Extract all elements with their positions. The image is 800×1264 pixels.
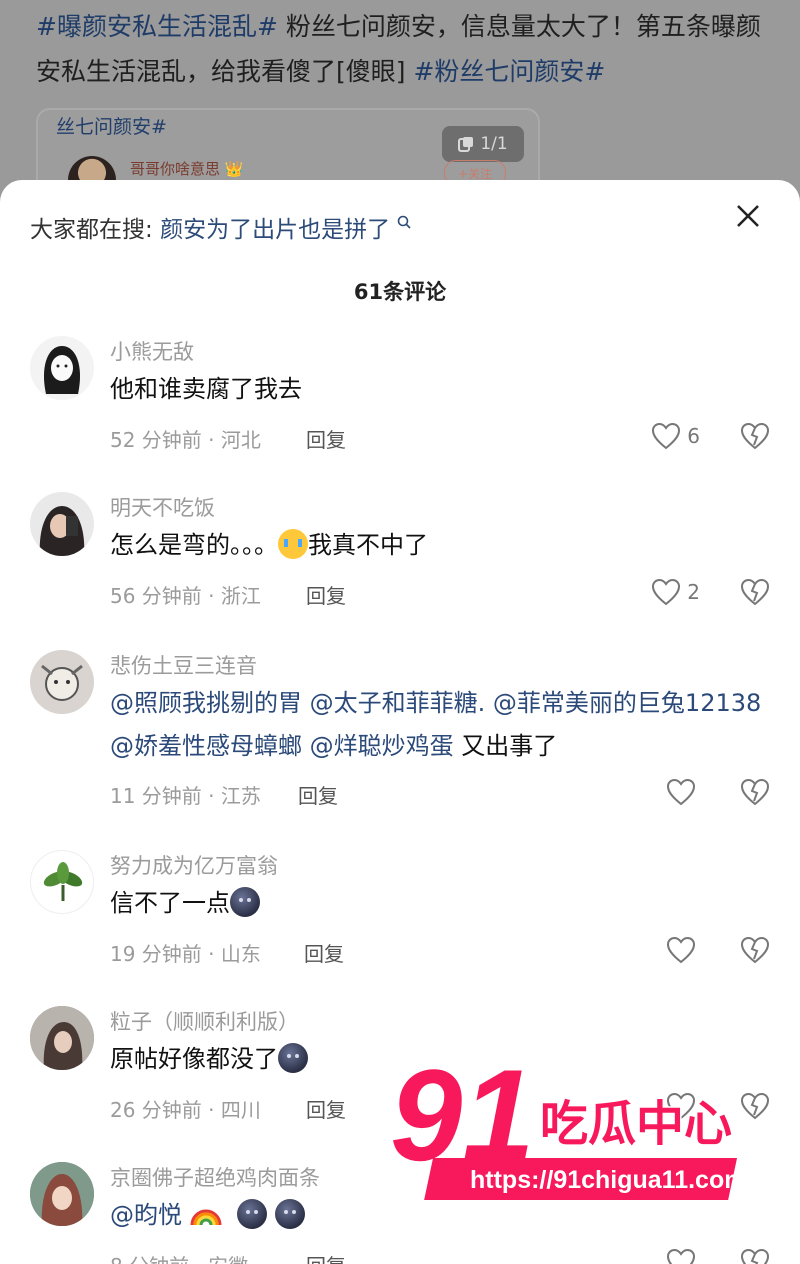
comment-text: 信不了一点 <box>110 882 770 925</box>
image-count: 1/1 <box>480 134 508 154</box>
crying-emoji-icon <box>278 529 308 559</box>
reply-button[interactable]: 回复 <box>306 580 346 609</box>
dislike-button[interactable] <box>740 936 770 968</box>
close-icon <box>737 205 759 227</box>
broken-heart-icon <box>740 936 770 964</box>
avatar[interactable] <box>30 492 94 556</box>
comment-meta: 52 分钟前 · 河北 <box>110 428 261 452</box>
dislike-button[interactable] <box>740 422 770 454</box>
broken-heart-icon <box>740 778 770 806</box>
dislike-button[interactable] <box>740 778 770 810</box>
mention-link[interactable]: @娇羞性感母蟑螂 <box>110 732 302 760</box>
comment-username[interactable]: 明天不吃饭 <box>110 492 215 522</box>
comment-meta: 26 分钟前 · 四川 <box>110 1098 261 1122</box>
card-username: 哥哥你啥意思 👑 <box>130 160 244 178</box>
avatar[interactable] <box>30 336 94 400</box>
comment-text: @照顾我挑剔的胃 @太子和菲菲糖. @菲常美丽的巨兔12138 @娇羞性感母蟑螂… <box>110 682 780 768</box>
search-suggestion[interactable]: 大家都在搜: 颜安为了出片也是拼了 <box>30 210 413 244</box>
reply-button[interactable]: 回复 <box>298 780 338 809</box>
copy-icon <box>458 137 474 152</box>
mention-link[interactable]: @烊聪炒鸡蛋 <box>310 732 454 760</box>
comment-meta: 19 分钟前 · 山东 <box>110 942 261 966</box>
close-button[interactable] <box>734 202 762 230</box>
comment-text-part: 怎么是弯的。。。 <box>110 531 278 559</box>
card-topic: 丝七问颜安# <box>56 116 167 138</box>
comment-meta: 11 分钟前 · 江苏 <box>110 784 261 808</box>
avatar[interactable] <box>30 1006 94 1070</box>
comment-text: 怎么是弯的。。。 我真不中了 <box>110 524 770 567</box>
watermark-url: https://91chigua11.com <box>470 1166 746 1194</box>
reply-button[interactable]: 回复 <box>306 1094 346 1123</box>
search-prefix: 大家都在搜: <box>30 217 153 243</box>
dark-face-emoji-icon <box>230 887 260 917</box>
comment-text: 他和谁卖腐了我去 <box>110 375 302 403</box>
comment-text-part: 信不了一点 <box>110 889 230 917</box>
topic-link[interactable]: #曝颜安私生活混乱# <box>36 12 278 41</box>
reply-button[interactable]: 回复 <box>304 938 344 967</box>
reply-button[interactable]: 回复 <box>306 1250 346 1264</box>
mention-link[interactable]: @照顾我挑剔的胃 <box>110 689 302 717</box>
like-button[interactable] <box>666 1248 696 1264</box>
reply-button[interactable]: 回复 <box>306 424 346 453</box>
comment-meta: 8 分钟前 · 安徽 <box>110 1250 248 1264</box>
dislike-button[interactable] <box>740 578 770 610</box>
comment-username[interactable]: 悲伤土豆三连音 <box>110 650 257 680</box>
like-button[interactable]: 6 <box>651 422 700 450</box>
comment-text-part: 又出事了 <box>461 732 558 760</box>
post-text: #曝颜安私生活混乱# 粉丝七问颜安，信息量太大了！第五条曝颜安私生活混乱，给我看… <box>36 4 776 94</box>
like-button[interactable] <box>666 936 696 964</box>
avatar[interactable] <box>30 1162 94 1226</box>
comment-username[interactable]: 京圈佛子超绝鸡肉面条 <box>110 1162 320 1192</box>
like-count: 2 <box>687 580 700 604</box>
dark-face-emoji-icon <box>278 1043 308 1073</box>
mention-link[interactable]: @太子和菲菲糖. <box>310 689 486 717</box>
comment-username[interactable]: 小熊无敌 <box>110 336 194 366</box>
comment-username[interactable]: 努力成为亿万富翁 <box>110 850 278 880</box>
dark-face-emoji-icon <box>274 1199 305 1229</box>
comment-text-part: 我真不中了 <box>308 531 428 559</box>
comment-meta: 56 分钟前 · 浙江 <box>110 584 261 608</box>
heart-icon <box>666 1248 696 1264</box>
rainbow-emoji-icon <box>190 1209 222 1226</box>
search-icon <box>398 215 411 229</box>
watermark-brand: 吃瓜中心 <box>540 1096 732 1152</box>
like-button[interactable] <box>666 778 696 806</box>
like-button[interactable]: 2 <box>651 578 700 606</box>
heart-icon <box>666 936 696 964</box>
comment-text-part: 原帖好像都没了 <box>110 1045 278 1073</box>
watermark-logo: 91 吃瓜中心 https://91chigua11.com <box>390 1050 746 1200</box>
heart-icon <box>652 578 681 606</box>
avatar[interactable] <box>30 850 94 914</box>
mention-link[interactable]: @昀悦 <box>110 1201 182 1229</box>
search-term[interactable]: 颜安为了出片也是拼了 <box>160 217 390 243</box>
background-post: #曝颜安私生活混乱# 粉丝七问颜安，信息量太大了！第五条曝颜安私生活混乱，给我看… <box>0 0 800 222</box>
mention-link[interactable]: @菲常美丽的巨兔12138 <box>493 689 761 717</box>
avatar[interactable] <box>30 650 94 714</box>
comment-username[interactable]: 粒子（顺顺利利版） <box>110 1006 299 1036</box>
like-count: 6 <box>687 424 700 448</box>
broken-heart-icon <box>740 1248 770 1264</box>
broken-heart-icon <box>740 422 770 450</box>
dark-face-emoji-icon <box>237 1199 268 1229</box>
image-count-badge: 1/1 <box>442 126 524 162</box>
heart-icon <box>666 778 696 806</box>
dislike-button[interactable] <box>740 1248 770 1264</box>
heart-icon <box>652 422 681 450</box>
topic-link[interactable]: #粉丝七问颜安# <box>413 57 605 86</box>
broken-heart-icon <box>740 578 770 606</box>
comment-count: 61条评论 <box>353 280 447 304</box>
